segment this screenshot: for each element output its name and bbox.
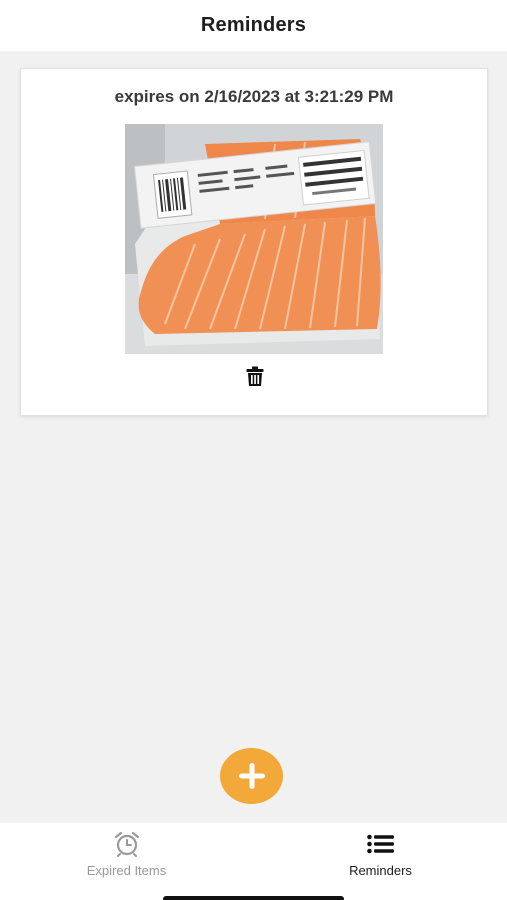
alarm-clock-icon <box>114 831 139 857</box>
page-title: Reminders <box>200 14 307 36</box>
trash-icon <box>246 366 264 386</box>
expiry-text: expires on 2/16/2023 at 3:21:29 PM <box>114 87 394 106</box>
app-screen: Reminders expires on 2/16/2023 at 3:21:2… <box>0 0 507 900</box>
list-icon <box>366 834 394 854</box>
home-indicator <box>163 896 344 900</box>
tab-expired-items[interactable]: Expired Items <box>0 823 253 885</box>
plus-icon <box>238 763 265 789</box>
tab-reminders[interactable]: Reminders <box>254 823 507 885</box>
add-reminder-button[interactable] <box>220 748 283 804</box>
tab-label-expired: Expired Items <box>86 863 167 878</box>
reminder-card[interactable]: expires on 2/16/2023 at 3:21:29 PM <box>20 68 488 416</box>
item-photo <box>125 124 383 354</box>
delete-button[interactable] <box>243 364 267 388</box>
tab-label-reminders: Reminders <box>349 863 412 878</box>
tab-bar: Expired Items Reminders <box>0 823 507 900</box>
header-bar: Reminders <box>0 0 507 51</box>
